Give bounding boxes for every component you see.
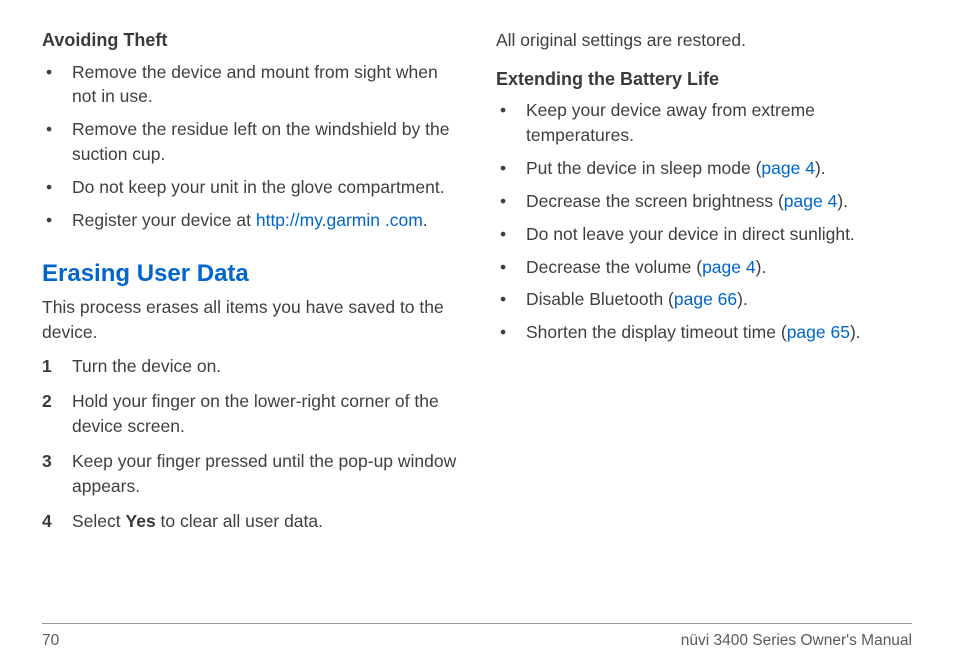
list-item: • Shorten the display timeout time (page… [496,320,912,345]
step-item: 2 Hold your finger on the lower-right co… [42,389,458,439]
bullet-icon: • [496,222,526,247]
text-segment: Disable Bluetooth ( [526,289,674,309]
restore-text: All original settings are restored. [496,28,912,53]
step-number: 3 [42,449,72,499]
text-segment: Put the device in sleep mode ( [526,158,761,178]
bullet-icon: • [496,255,526,280]
step-number: 1 [42,354,72,379]
text-segment: ). [815,158,826,178]
list-item: • Do not leave your device in direct sun… [496,222,912,247]
text-segment: Shorten the display timeout time ( [526,322,787,342]
bullet-icon: • [42,117,72,167]
bullet-icon: • [496,98,526,148]
list-item-text: Remove the residue left on the windshiel… [72,117,458,167]
text-segment: Select [72,511,126,531]
step-number: 2 [42,389,72,439]
list-item-text: Disable Bluetooth (page 66). [526,287,912,312]
step-text: Select Yes to clear all user data. [72,509,458,534]
page-link[interactable]: page 4 [702,257,756,277]
list-item: • Decrease the screen brightness (page 4… [496,189,912,214]
bullet-icon: • [496,156,526,181]
text-segment: ). [837,191,848,211]
bullet-icon: • [496,287,526,312]
page-columns: Avoiding Theft • Remove the device and m… [42,28,912,608]
text-segment: Decrease the screen brightness ( [526,191,784,211]
page-footer: 70 nüvi 3400 Series Owner's Manual [42,623,912,652]
garmin-link[interactable]: http://my.garmin .com [256,210,423,230]
step-text: Turn the device on. [72,354,458,379]
heading-erasing-user-data: Erasing User Data [42,257,458,291]
list-item-text: Put the device in sleep mode (page 4). [526,156,912,181]
list-item: • Register your device at http://my.garm… [42,208,458,233]
list-item: • Disable Bluetooth (page 66). [496,287,912,312]
list-item: • Remove the device and mount from sight… [42,60,458,110]
avoiding-theft-list: • Remove the device and mount from sight… [42,60,458,233]
list-item-text: Register your device at http://my.garmin… [72,208,458,233]
list-item-text: Do not keep your unit in the glove compa… [72,175,458,200]
heading-battery-life: Extending the Battery Life [496,67,912,93]
step-item: 3 Keep your finger pressed until the pop… [42,449,458,499]
page-number: 70 [42,630,59,652]
list-item: • Do not keep your unit in the glove com… [42,175,458,200]
bullet-icon: • [42,208,72,233]
list-item-text: Keep your device away from extreme tempe… [526,98,912,148]
list-item: • Decrease the volume (page 4). [496,255,912,280]
manual-title: nüvi 3400 Series Owner's Manual [681,630,912,652]
text-segment: ). [737,289,748,309]
page-link[interactable]: page 4 [761,158,815,178]
text-segment: . [423,210,428,230]
bullet-icon: • [496,189,526,214]
bullet-icon: • [42,175,72,200]
list-item-text: Decrease the screen brightness (page 4). [526,189,912,214]
heading-avoiding-theft: Avoiding Theft [42,28,458,54]
page-link[interactable]: page 4 [784,191,838,211]
text-segment: Register your device at [72,210,256,230]
page-link[interactable]: page 65 [787,322,850,342]
battery-life-list: • Keep your device away from extreme tem… [496,98,912,345]
text-segment: Decrease the volume ( [526,257,702,277]
list-item: • Remove the residue left on the windshi… [42,117,458,167]
step-item: 4 Select Yes to clear all user data. [42,509,458,534]
text-segment: to clear all user data. [156,511,323,531]
text-segment: ). [850,322,861,342]
right-column: All original settings are restored. Exte… [496,28,912,608]
list-item-text: Decrease the volume (page 4). [526,255,912,280]
step-item: 1 Turn the device on. [42,354,458,379]
page-link[interactable]: page 66 [674,289,737,309]
step-number: 4 [42,509,72,534]
bullet-icon: • [496,320,526,345]
step-text: Hold your finger on the lower-right corn… [72,389,458,439]
list-item-text: Shorten the display timeout time (page 6… [526,320,912,345]
erasing-intro: This process erases all items you have s… [42,295,458,345]
list-item-text: Do not leave your device in direct sunli… [526,222,912,247]
bold-yes: Yes [126,511,156,531]
step-text: Keep your finger pressed until the pop-u… [72,449,458,499]
bullet-icon: • [42,60,72,110]
left-column: Avoiding Theft • Remove the device and m… [42,28,458,608]
list-item: • Put the device in sleep mode (page 4). [496,156,912,181]
list-item: • Keep your device away from extreme tem… [496,98,912,148]
list-item-text: Remove the device and mount from sight w… [72,60,458,110]
text-segment: ). [756,257,767,277]
erasing-steps: 1 Turn the device on. 2 Hold your finger… [42,354,458,533]
